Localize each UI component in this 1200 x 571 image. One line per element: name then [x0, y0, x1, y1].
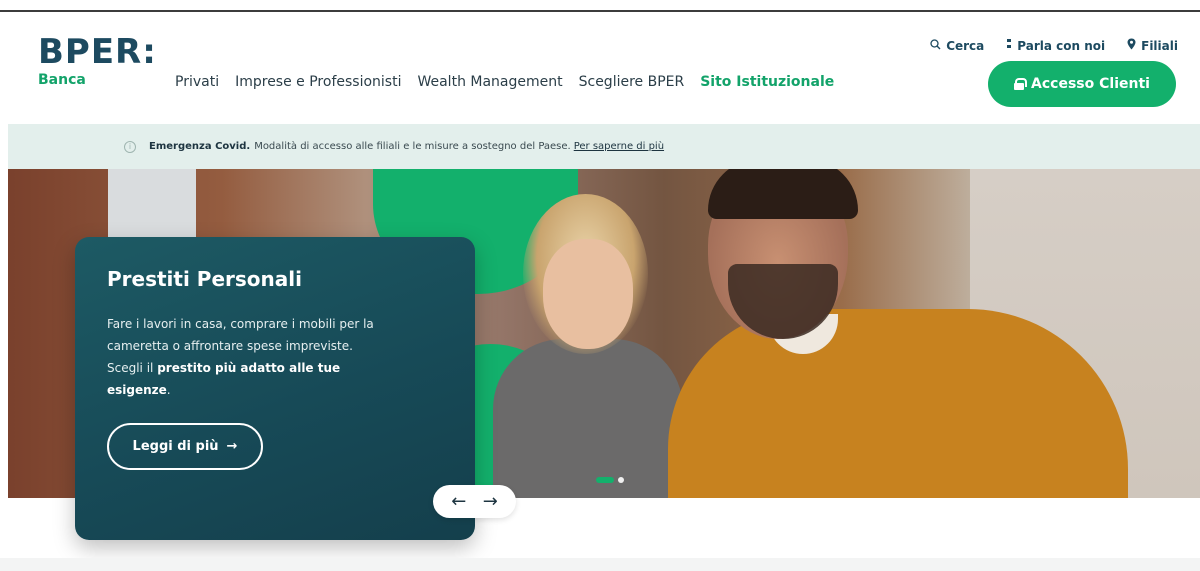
hero-text-line2: cameretta o affrontare spese impreviste. — [107, 339, 353, 353]
arrow-right-icon: → — [226, 439, 238, 454]
hero-person-woman — [488, 189, 688, 498]
woman-body — [493, 339, 683, 498]
contact-label: Parla con noi — [1017, 38, 1106, 53]
carousel-arrows: ← → — [433, 485, 516, 518]
hero-text-line1: Fare i lavori in casa, comprare i mobili… — [107, 317, 374, 331]
logo-subtitle: Banca — [38, 72, 86, 88]
chat-icon — [1006, 38, 1012, 53]
nav-item-imprese[interactable]: Imprese e Professionisti — [235, 74, 401, 90]
carousel-dots — [596, 477, 624, 483]
search-icon — [930, 38, 941, 53]
nav-item-wealth-management[interactable]: Wealth Management — [417, 74, 562, 90]
hero-title: Prestiti Personali — [107, 267, 302, 291]
client-access-label: Accesso Clienti — [1031, 76, 1150, 92]
hero-window — [108, 169, 196, 239]
search-link[interactable]: Cerca — [930, 38, 984, 53]
search-label: Cerca — [946, 38, 985, 53]
lock-icon — [1014, 78, 1028, 90]
branches-label: Filiali — [1141, 38, 1178, 53]
contact-link[interactable]: Parla con noi — [1006, 38, 1105, 53]
read-more-button[interactable]: Leggi di più → — [107, 423, 263, 470]
bottom-band — [0, 558, 1200, 571]
nav-item-scegliere-bper[interactable]: Scegliere BPER — [579, 74, 685, 90]
man-body — [668, 309, 1128, 498]
hero-card: Prestiti Personali Fare i lavori in casa… — [75, 237, 475, 540]
hero-text-line3-prefix: Scegli il — [107, 361, 154, 375]
logo-mark: BPER: — [38, 32, 157, 72]
client-access-button[interactable]: Accesso Clienti — [988, 61, 1176, 107]
location-pin-icon — [1127, 38, 1136, 53]
banner-text: Modalità di accesso alle filiali e le mi… — [254, 141, 571, 152]
hero-person-man — [668, 169, 1128, 498]
carousel-dot[interactable] — [618, 477, 624, 483]
bper-logo[interactable]: BPER: Banca — [38, 34, 157, 88]
hero-description: Fare i lavori in casa, comprare i mobili… — [107, 313, 407, 401]
nav-item-sito-istituzionale[interactable]: Sito Istituzionale — [700, 74, 834, 90]
site-header: BPER: Banca Privati Imprese e Profession… — [0, 12, 1200, 124]
banner-link[interactable]: Per saperne di più — [574, 141, 664, 152]
info-icon: i — [124, 140, 136, 153]
main-nav: Privati Imprese e Professionisti Wealth … — [175, 74, 834, 90]
hero-text-line3-suffix: . — [166, 383, 171, 397]
man-hair — [708, 169, 858, 219]
carousel-prev-arrow-icon[interactable]: ← — [451, 492, 466, 511]
utility-links: Cerca Parla con noi Filiali — [930, 38, 1178, 53]
branches-link[interactable]: Filiali — [1127, 38, 1178, 53]
read-more-label: Leggi di più — [132, 439, 219, 454]
carousel-next-arrow-icon[interactable]: → — [483, 492, 498, 511]
nav-item-privati[interactable]: Privati — [175, 74, 219, 90]
carousel-dot-active[interactable] — [596, 477, 614, 483]
woman-face — [543, 239, 633, 349]
banner-title: Emergenza Covid. — [149, 141, 251, 152]
covid-banner: i Emergenza Covid. Modalità di accesso a… — [8, 124, 1200, 169]
